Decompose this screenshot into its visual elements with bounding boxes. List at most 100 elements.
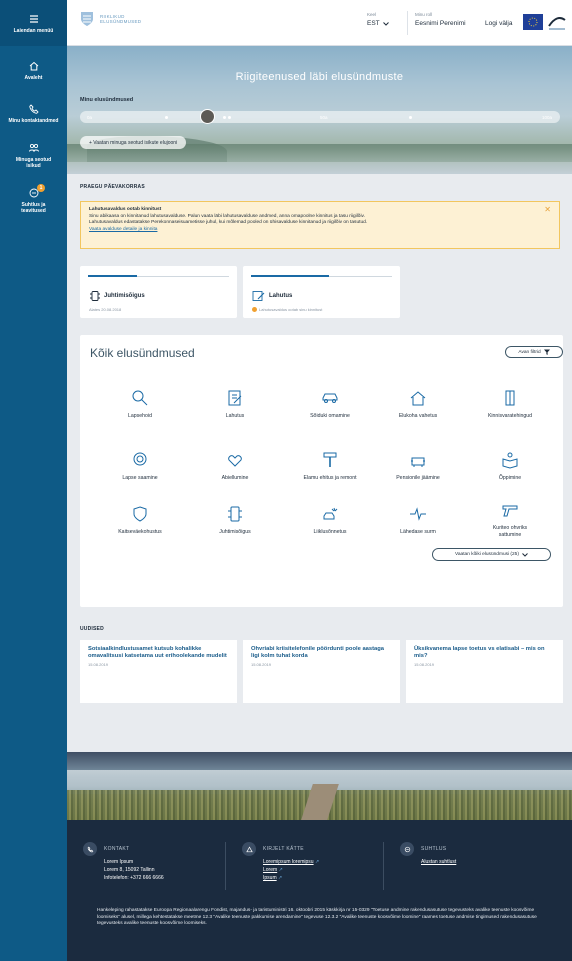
event-item[interactable]: Õppimine [470,451,550,482]
event-label: Sõiduki omamine [310,413,350,419]
timeline-event-dot[interactable] [165,115,168,119]
filter-button[interactable]: Avan filtrid [505,346,563,358]
sidebar-item-contacts[interactable]: Minu kontaktandmed [0,103,67,124]
notification-badge: 1 [37,184,45,192]
event-item[interactable]: Liiklusõnnetus [290,505,370,536]
event-label: Kuriteo ohvriks sattumine [492,525,528,538]
event-item[interactable]: Elukoha vahetus [378,389,458,420]
event-item[interactable]: Lapsehoid [100,389,180,420]
event-item[interactable]: Lahutus [195,389,275,420]
footer-link[interactable]: Loremipsum loremipsu [263,859,314,865]
footer-write-title: KIRJELT KÄTTE [263,846,304,852]
event-item[interactable]: Abiellumine [195,451,275,482]
heartbeat-icon [410,507,426,521]
footer-landscape-image [67,752,572,820]
event-item[interactable]: Kinnisvaratehingud [470,389,550,420]
footer-contact: KONTAKT Lorem Ipsum Lorem 8, 15092 Talli… [83,842,164,882]
event-item[interactable]: Juhtimisõigus [195,505,275,536]
footer-divider [225,842,226,890]
related-timelines-button[interactable]: + Vaatan minuga seotud isikute elujooni [80,136,187,149]
fund-logo-icon [547,12,567,32]
sidebar: Laiendan menüü Avaleht Minu kontaktandme… [0,0,67,961]
news-card[interactable]: Ohvriabi kriisitelefonile pöördunti pool… [243,640,400,703]
card-progress [251,275,392,277]
event-item[interactable]: Elamu ehitus ja remont [290,451,370,482]
search-magnifier-icon [132,390,148,406]
contact-line: Infotelefon: +372 666 6666 [104,875,164,881]
card-title: Juhtimisõigus [104,293,145,299]
event-label: Elamu ehitus ja remont [303,475,357,481]
chevron-down-icon [382,21,389,26]
news-card[interactable]: Sotsiaalkindlustusamet kutsub kohalikke … [80,640,237,703]
chat-icon [400,842,414,856]
sidebar-item-related[interactable]: Minuga seotud isikud [0,142,67,169]
user-role[interactable]: Minu roll Eesnimi Perenimi [415,12,466,27]
license-icon [228,506,242,522]
card-progress-fill [251,275,329,277]
event-label: Lapsehoid [128,413,152,419]
menu-toggle[interactable]: Laiendan menüü [0,0,67,46]
sidebar-item-label: Avaleht [24,75,43,81]
paint-roller-icon [323,452,337,467]
footer-divider [383,842,384,890]
footer-chat: SUHTLUS Alustan suhtlust [400,842,456,866]
event-item[interactable]: Lähedase surm [378,505,458,536]
news-card[interactable]: Üksikvanema lapse toetus vs elatisabi – … [406,640,563,703]
timeline-event-dot[interactable] [228,115,231,119]
logout-link[interactable]: Logi välja [485,20,512,27]
people-icon [28,143,39,152]
hero-title: Riigiteenused läbi elusündmuste [235,71,404,83]
contact-line: Lorem Ipsum [104,859,134,865]
news-date: 15.08.2019 [251,662,272,667]
alert-link[interactable]: Vaata avalduse detaile ja kinnita [89,227,157,232]
alert-text-2: Lahutusavaldus edastatakse Perekonnaseis… [89,220,368,225]
news-title: Sotsiaalkindlustusamet kutsub kohalikke … [88,646,227,659]
timeline-label-mid: 50a [320,114,328,120]
show-all-label: Vaatan kõiki elusündmusi (25) [455,552,519,557]
event-label: Kinnisvaratehingud [487,413,533,419]
document-edit-icon [252,291,265,301]
timeline-event-dot[interactable] [409,115,412,119]
footer-link[interactable]: Ipsum [263,875,277,881]
external-link-icon: ↗ [278,875,283,881]
footer-link[interactable]: Lorem [263,867,277,873]
news-title: Üksikvanema lapse toetus vs elatisabi – … [414,646,545,659]
event-item[interactable]: Pensionile jäämine [378,451,458,482]
card-title: Lahutus [269,293,293,299]
footer-funding-note: Hankeleping rahastatakse Euroopa Regiona… [97,908,537,926]
timeline-event-dot[interactable] [223,115,226,119]
car-icon [322,393,338,403]
event-item[interactable]: Lapse saamine [100,451,180,482]
event-item[interactable]: Sõiduki omamine [290,389,370,420]
sidebar-item-home[interactable]: Avaleht [0,60,67,81]
event-item[interactable]: Kaitseväekohustus [100,505,180,536]
task-card-license[interactable]: Juhtimisõigus Alates 20.08.2018 [80,266,237,318]
life-timeline[interactable]: 0a 50a 100a [80,109,560,124]
shield-icon [133,506,147,522]
event-label: Lahutus [225,413,245,419]
event-item[interactable]: Kuriteo ohvriks sattumine [470,501,550,538]
hero-content: Riigiteenused läbi elusündmuste Minu elu… [67,46,572,174]
footer-chat-title: SUHTLUS [421,846,447,852]
task-card-divorce[interactable]: Lahutus Lahutusavaldus ootab sinu kinnit… [243,266,400,318]
chevron-down-icon [522,552,528,557]
event-label: Juhtimisõigus [219,529,251,535]
show-all-events-button[interactable]: Vaatan kõiki elusündmusi (25) [432,548,551,561]
house-icon [410,391,426,406]
language-value: EST [367,20,380,27]
avatar[interactable] [200,109,215,124]
header-divider [407,11,408,35]
language-select[interactable]: Keel EST [367,12,389,27]
logo[interactable]: RIIKLIKUD ELUSÜNDMUSED [79,10,141,28]
close-icon[interactable]: ✕ [544,206,551,214]
card-subtitle: Lahutusavaldus ootab sinu kinnitust [259,307,323,312]
sidebar-item-messages[interactable]: 1 Suhtlus ja teavitused [0,184,67,214]
document-edit-icon [228,390,242,406]
book-reader-icon [502,452,518,469]
event-label: Abiellumine [221,475,249,481]
hamburger-icon [29,14,38,23]
phone-icon [28,104,39,114]
start-chat-link[interactable]: Alustan suhtlust [421,859,456,865]
card-progress [88,275,229,277]
header: RIIKLIKUD ELUSÜNDMUSED Keel EST Minu rol… [67,0,572,46]
